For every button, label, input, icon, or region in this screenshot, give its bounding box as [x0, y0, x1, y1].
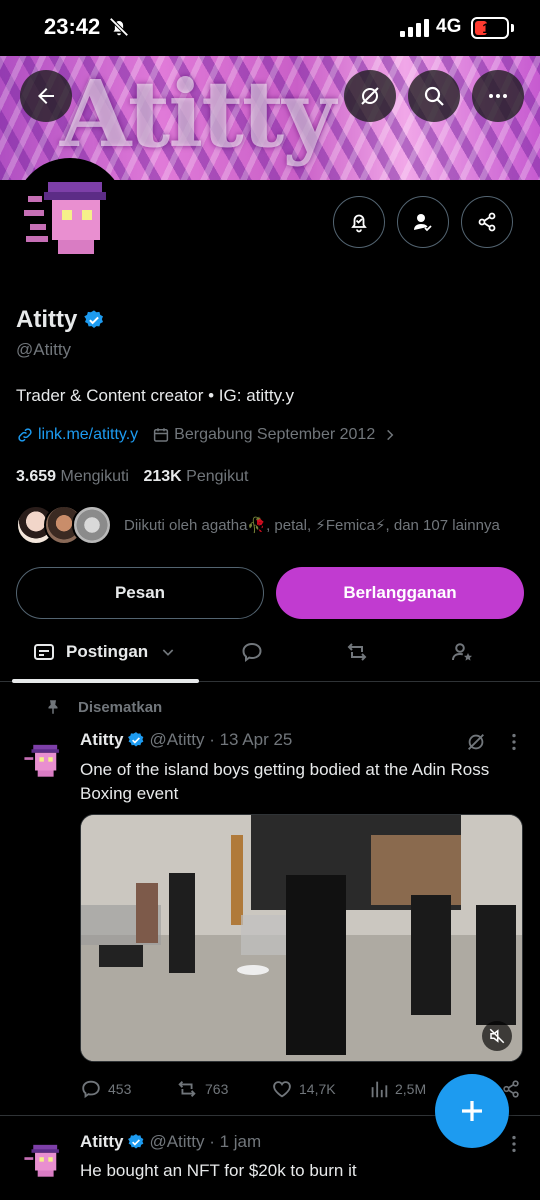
- reply-count: 453: [108, 1081, 132, 1097]
- tweet-text: He bought an NFT for $20k to burn it: [80, 1161, 357, 1180]
- back-button[interactable]: [20, 70, 72, 122]
- profile-bio: Trader & Content creator • IG: atitty.y: [16, 386, 295, 405]
- battery-indicator: 14: [471, 17, 509, 39]
- heart-icon: [273, 1081, 291, 1098]
- pinned-indicator: Disematkan: [44, 698, 162, 716]
- tweet-header: Atitty @Atitty · 1 jam: [80, 1132, 261, 1152]
- more-vertical-icon[interactable]: [504, 731, 524, 753]
- battery-tip: [511, 24, 514, 32]
- share-icon: [478, 212, 496, 232]
- chevron-down-icon[interactable]: [160, 644, 176, 660]
- user-check-icon: [414, 214, 432, 232]
- signal-icon: [400, 19, 429, 37]
- pixel-avatar-image: [20, 736, 66, 782]
- tweet-avatar[interactable]: [20, 1136, 66, 1182]
- tweet-avatar[interactable]: [20, 736, 66, 782]
- bell-slash-icon: [109, 17, 129, 37]
- followed-by-row[interactable]: Diikuti oleh agatha🥀, petal, ⚡Femica⚡, d…: [16, 505, 504, 545]
- network-label: 4G: [436, 16, 462, 37]
- more-vertical-icon[interactable]: [504, 1133, 524, 1155]
- tweet-meta: @Atitty · 1 jam: [149, 1132, 262, 1151]
- display-name: Atitty: [16, 306, 78, 333]
- verified-badge-icon[interactable]: [83, 309, 105, 331]
- profile-meta-row: link.me/atitty.y Bergabung September 201…: [16, 426, 397, 444]
- status-time: 23:42: [44, 14, 101, 39]
- arrow-left-icon: [38, 88, 54, 104]
- tweet-header: Atitty @Atitty · 13 Apr 25: [80, 730, 292, 750]
- message-button[interactable]: Pesan: [16, 567, 264, 619]
- follow-status-button[interactable]: [397, 196, 449, 248]
- follow-stats: 3.659 Mengikuti 213K Pengikut: [16, 468, 248, 486]
- pin-icon: [48, 700, 58, 714]
- followers-label: Pengikut: [186, 468, 249, 485]
- more-dots-icon: [489, 94, 507, 98]
- repost-count: 763: [205, 1081, 229, 1097]
- link-icon: [18, 428, 32, 442]
- calendar-icon: [154, 428, 169, 442]
- following-stat[interactable]: 3.659 Mengikuti: [16, 468, 129, 485]
- grok-icon: [361, 87, 379, 105]
- views-chart-icon: [371, 1081, 388, 1098]
- tab-posts[interactable]: Postingan: [32, 640, 176, 664]
- joined-date: Bergabung September 2012: [174, 426, 376, 443]
- pinned-label: Disematkan: [78, 698, 163, 716]
- tweet-meta: @Atitty · 13 Apr 25: [149, 730, 293, 749]
- search-icon: [424, 86, 444, 106]
- banner-art-text: Atitty: [60, 60, 336, 168]
- verified-badge-icon: [128, 732, 144, 747]
- status-bar: 23:42 4G 14: [0, 0, 540, 56]
- subscribe-button[interactable]: Berlangganan: [276, 567, 524, 619]
- repost-icon: [178, 1081, 196, 1097]
- following-label: Mengikuti: [60, 468, 129, 485]
- reply-icon: [82, 1080, 100, 1099]
- views-button[interactable]: 2,5M: [369, 1078, 426, 1100]
- tweet-text: One of the island boys getting bodied at…: [80, 760, 490, 803]
- battery-level: 14: [482, 20, 498, 36]
- like-count: 14,7K: [299, 1081, 336, 1097]
- followed-by-text: Diikuti oleh agatha🥀, petal, ⚡Femica⚡, d…: [124, 516, 500, 534]
- views-count: 2,5M: [395, 1081, 427, 1097]
- more-button[interactable]: [472, 70, 524, 122]
- tweet-author-name[interactable]: Atitty: [80, 1132, 123, 1152]
- bell-check-icon: [351, 214, 367, 233]
- profile-tabs: Postingan: [0, 628, 540, 683]
- followers-count: 213K: [143, 468, 182, 485]
- followers-stat[interactable]: 213K Pengikut: [143, 468, 248, 485]
- profile-avatar[interactable]: [14, 158, 126, 270]
- compose-button[interactable]: [435, 1074, 509, 1148]
- like-button[interactable]: 14,7K: [271, 1078, 336, 1100]
- video-thumbnail-image: [81, 815, 522, 1061]
- grok-button[interactable]: [344, 70, 396, 122]
- pixel-avatar-image: [18, 162, 122, 266]
- tab-reposts[interactable]: [344, 640, 370, 664]
- follower-avatar: [72, 505, 112, 545]
- repost-button[interactable]: 763: [175, 1078, 228, 1100]
- profile-handle: @Atitty: [16, 340, 72, 359]
- tweet-video[interactable]: [80, 814, 523, 1062]
- posts-icon: [34, 644, 54, 660]
- reply-button[interactable]: 453: [80, 1078, 131, 1100]
- tweet-author-name[interactable]: Atitty: [80, 730, 123, 750]
- video-mute-button[interactable]: [482, 1021, 512, 1051]
- search-button[interactable]: [408, 70, 460, 122]
- verified-badge-icon: [128, 1134, 144, 1149]
- chevron-right-icon[interactable]: [383, 428, 397, 442]
- tab-highlights[interactable]: [450, 640, 474, 664]
- pixel-avatar-image: [20, 1136, 66, 1182]
- tab-replies[interactable]: [240, 640, 264, 664]
- grok-icon[interactable]: [465, 731, 487, 753]
- notify-button[interactable]: [333, 196, 385, 248]
- following-count: 3.659: [16, 468, 57, 485]
- tab-active-indicator: [12, 679, 199, 683]
- speaker-mute-icon: [489, 1028, 505, 1044]
- profile-name-row: Atitty: [16, 306, 105, 334]
- profile-link[interactable]: link.me/atitty.y: [38, 426, 138, 444]
- share-profile-button[interactable]: [461, 196, 513, 248]
- tab-posts-label: Postingan: [66, 642, 149, 661]
- plus-icon: [462, 1101, 482, 1121]
